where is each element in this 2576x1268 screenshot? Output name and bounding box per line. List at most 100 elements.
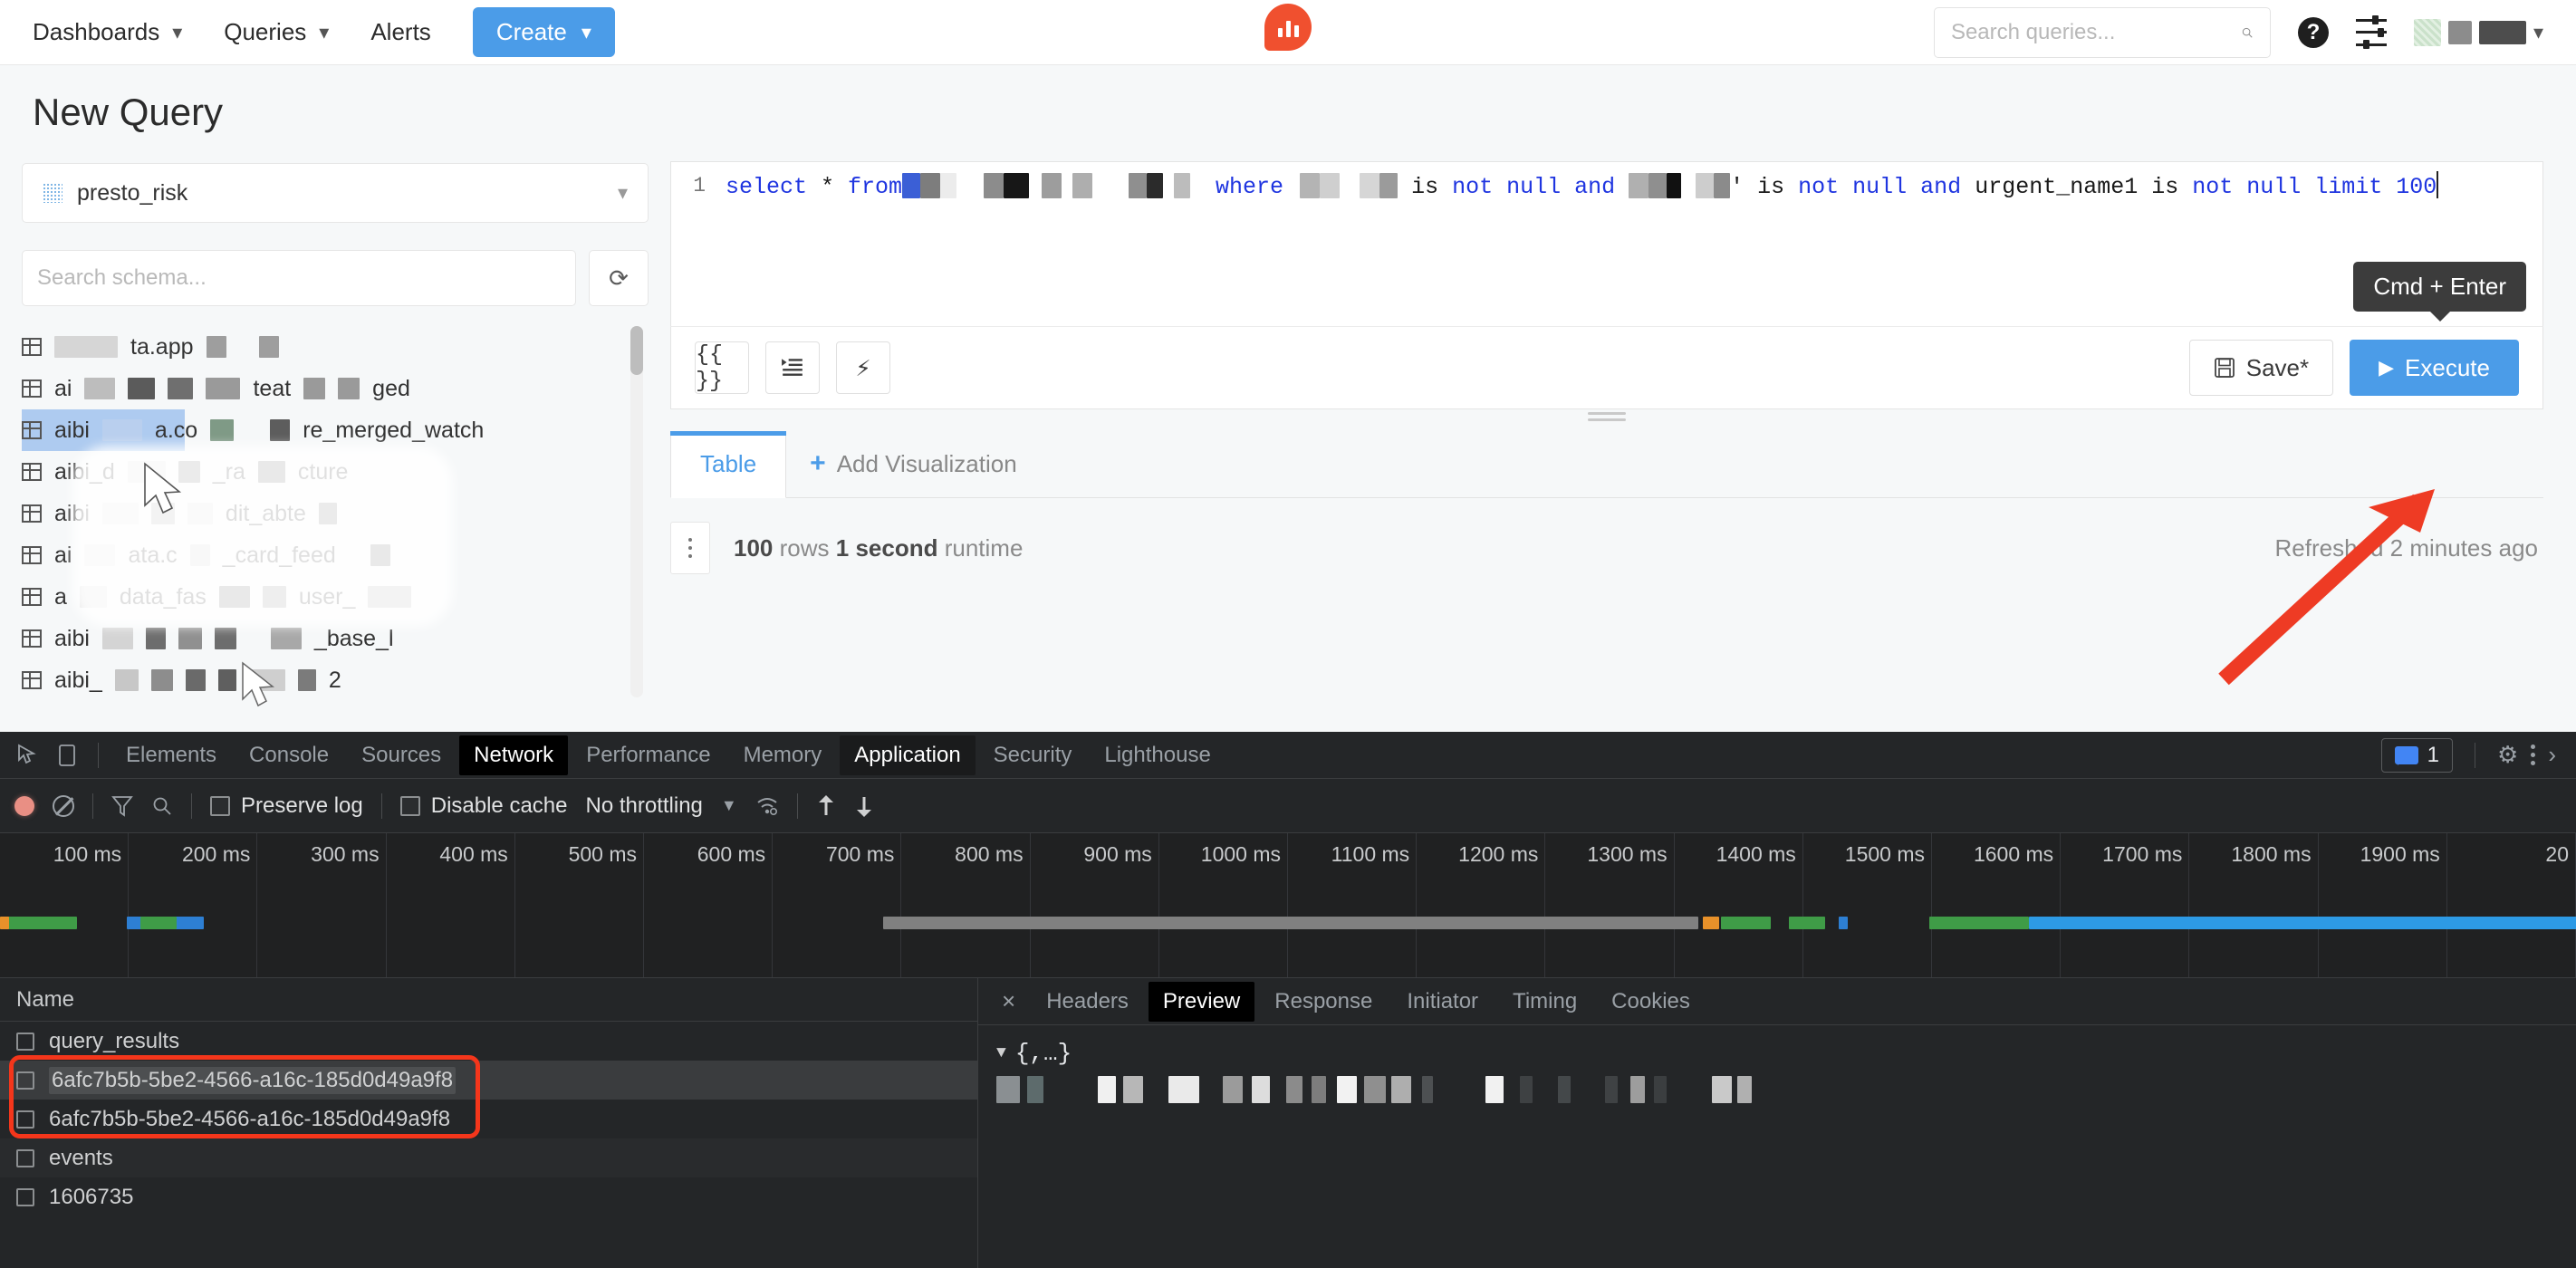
save-button[interactable]: Save* xyxy=(2188,340,2334,396)
devtools-tab-application[interactable]: Application xyxy=(840,735,976,775)
search-icon[interactable] xyxy=(151,795,173,817)
list-item-label: ata.c xyxy=(128,542,178,568)
create-button[interactable]: Create xyxy=(472,7,615,57)
detail-tab-preview[interactable]: Preview xyxy=(1148,981,1255,1022)
list-item[interactable]: aibi dit_abte xyxy=(22,493,649,534)
refresh-icon: ⟳ xyxy=(609,264,629,292)
preserve-log-checkbox[interactable]: Preserve log xyxy=(210,793,363,819)
query-editor-pane: 1 select * from where is not null and ' i… xyxy=(670,147,2576,703)
redacted-sql xyxy=(1320,173,1341,198)
nav-item-alerts[interactable]: Alerts xyxy=(370,18,430,46)
list-item[interactable]: ta.app xyxy=(22,326,649,368)
table-row[interactable]: 6afc7b5b-5be2-4566-a16c-185d0d49a9f8 xyxy=(0,1100,977,1138)
redacted-sql xyxy=(1667,173,1682,198)
tab-label: Timing xyxy=(1513,988,1578,1013)
redacted-sql xyxy=(984,173,1004,198)
devtools-tab-elements[interactable]: Elements xyxy=(111,735,231,775)
resize-grip[interactable] xyxy=(1588,412,1626,425)
list-item[interactable]: aibi a.co re_merged_watch xyxy=(22,409,649,451)
search-queries-box[interactable] xyxy=(1933,6,2271,58)
list-item[interactable]: aibi_d _ra cture xyxy=(22,451,649,493)
row-checkbox[interactable] xyxy=(16,1148,34,1167)
more-vertical-icon[interactable] xyxy=(2531,744,2536,765)
execute-button[interactable]: ▶ Execute xyxy=(2350,340,2519,396)
devtools-tab-sources[interactable]: Sources xyxy=(347,735,456,775)
chevron-right-icon[interactable]: › xyxy=(2548,741,2556,769)
scrollbar-thumb[interactable] xyxy=(630,326,643,375)
list-item[interactable]: ai teat ged xyxy=(22,368,649,409)
detail-tab-cookies[interactable]: Cookies xyxy=(1597,982,1705,1022)
settings-button[interactable] xyxy=(2355,15,2387,49)
devtools-tab-console[interactable]: Console xyxy=(235,735,343,775)
disable-cache-checkbox[interactable]: Disable cache xyxy=(399,792,568,819)
detail-tab-initiator[interactable]: Initiator xyxy=(1392,982,1493,1022)
schema-list-scrollbar[interactable] xyxy=(630,326,643,697)
inspect-element-button[interactable] xyxy=(9,737,45,773)
upload-arrow-icon[interactable] xyxy=(816,794,836,818)
checkbox[interactable] xyxy=(210,795,230,816)
preserve-log-label: Preserve log xyxy=(241,792,363,818)
refresh-schema-button[interactable]: ⟳ xyxy=(589,250,649,306)
row-checkbox[interactable] xyxy=(16,1110,34,1129)
tab-label: Sources xyxy=(361,742,442,767)
detail-tab-response[interactable]: Response xyxy=(1260,982,1387,1022)
list-item[interactable]: a data_fas user_ xyxy=(22,576,649,618)
json-root-node[interactable]: ▼ {,…} xyxy=(996,1040,2558,1067)
download-arrow-icon[interactable] xyxy=(854,794,874,818)
devtools-tab-lighthouse[interactable]: Lighthouse xyxy=(1090,735,1225,775)
results-menu-button[interactable] xyxy=(670,522,710,574)
user-menu[interactable] xyxy=(2413,18,2543,46)
record-dot-icon[interactable] xyxy=(14,795,34,816)
network-overview-timeline[interactable]: 100 ms 200 ms 300 ms 400 ms 500 ms 600 ms 700 … xyxy=(0,833,2576,978)
table-row[interactable]: query_results xyxy=(0,1022,977,1061)
disable-cache-label: Disable cache xyxy=(430,792,568,818)
top-navbar: Dashboards Queries Alerts Create xyxy=(0,0,2576,65)
gear-icon[interactable]: ⚙ xyxy=(2497,741,2518,769)
devtools-tab-memory[interactable]: Memory xyxy=(729,735,837,775)
app-logo[interactable] xyxy=(1264,4,1312,51)
table-row[interactable]: events xyxy=(0,1138,977,1177)
triangle-down-icon[interactable]: ▼ xyxy=(996,1044,1006,1062)
chevron-down-icon[interactable]: ▼ xyxy=(721,796,737,815)
schema-search-input[interactable] xyxy=(37,265,561,291)
add-visualization-button[interactable]: + Add Visualization xyxy=(786,430,1041,497)
close-detail-button[interactable]: × xyxy=(991,987,1026,1015)
nav-item-dashboards[interactable]: Dashboards xyxy=(33,18,182,46)
list-item-label: 2 xyxy=(328,667,341,693)
datasource-select[interactable]: presto_risk ▾ xyxy=(22,163,649,223)
help-button[interactable]: ? xyxy=(2297,16,2329,48)
detail-tab-timing[interactable]: Timing xyxy=(1498,982,1591,1022)
device-toolbar-button[interactable] xyxy=(49,737,85,773)
issues-button[interactable]: 1 xyxy=(2380,737,2454,773)
search-input[interactable] xyxy=(1950,19,2232,45)
autocomplete-toggle-button[interactable]: ⚡ xyxy=(836,341,890,394)
devtools-tab-performance[interactable]: Performance xyxy=(572,735,725,775)
row-checkbox[interactable] xyxy=(16,1187,34,1206)
list-item[interactable]: aibi _base_l xyxy=(22,618,649,659)
network-conditions-icon[interactable] xyxy=(755,794,779,818)
list-item[interactable]: aibi_ 2 xyxy=(22,659,649,697)
devtools-tab-network[interactable]: Network xyxy=(459,735,569,775)
sql-text[interactable]: select * from where is not null and ' is … xyxy=(726,171,2439,200)
redacted-sql xyxy=(1300,173,1321,198)
parameters-button[interactable]: {{ }} xyxy=(695,341,749,394)
throttling-select[interactable]: No throttling xyxy=(585,793,702,819)
tab-table[interactable]: Table xyxy=(670,431,787,498)
table-row[interactable]: 1606735 xyxy=(0,1177,977,1216)
devtools-tab-security[interactable]: Security xyxy=(979,735,1087,775)
nav-item-queries[interactable]: Queries xyxy=(224,18,329,46)
row-checkbox[interactable] xyxy=(16,1071,34,1090)
funnel-icon[interactable] xyxy=(111,794,133,818)
redacted-block xyxy=(1337,1076,1357,1103)
row-checkbox[interactable] xyxy=(16,1032,34,1051)
detail-tab-headers[interactable]: Headers xyxy=(1032,982,1143,1022)
list-item[interactable]: ai ata.c _card_feed xyxy=(22,534,649,576)
redacted-sql xyxy=(1696,173,1715,198)
format-query-button[interactable] xyxy=(765,341,820,394)
table-row[interactable]: 6afc7b5b-5be2-4566-a16c-185d0d49a9f8 xyxy=(0,1061,977,1100)
clear-icon[interactable] xyxy=(53,794,74,817)
table-icon xyxy=(22,671,42,689)
checkbox[interactable] xyxy=(399,795,420,816)
schema-search-box[interactable] xyxy=(22,250,576,306)
sql-editor[interactable]: 1 select * from where is not null and ' i… xyxy=(670,161,2543,326)
